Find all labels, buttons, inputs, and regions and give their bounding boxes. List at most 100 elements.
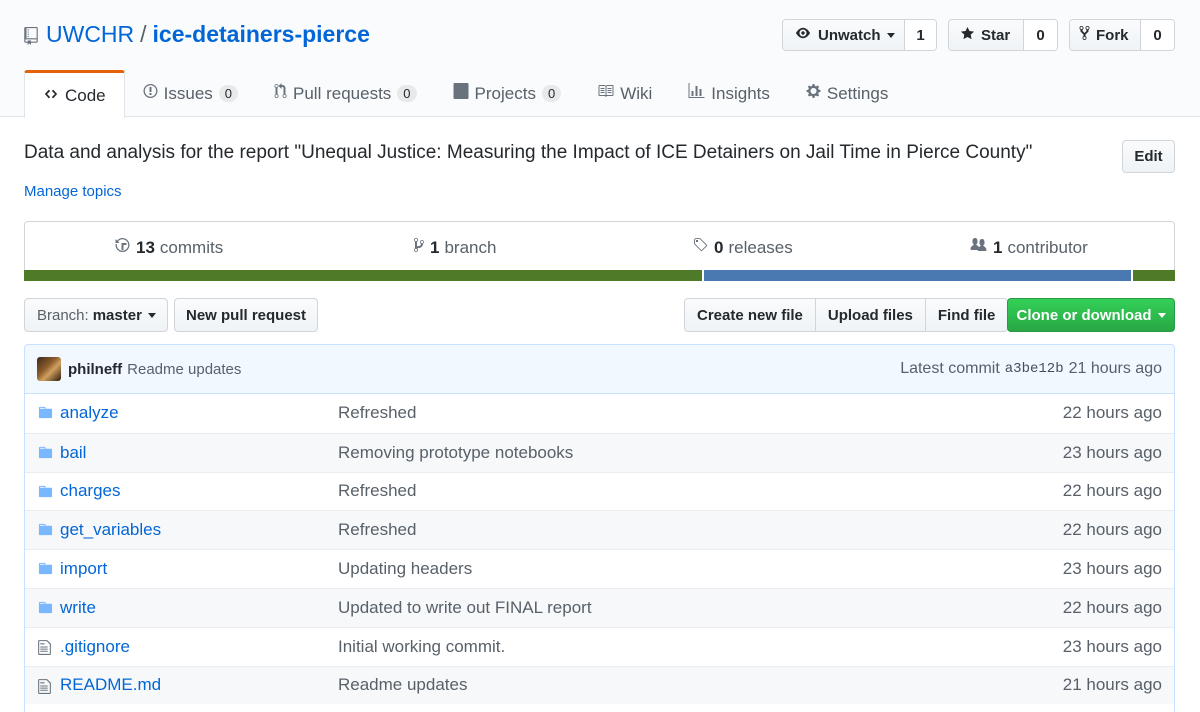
tag-icon: [692, 237, 714, 258]
unwatch-button[interactable]: Unwatch: [783, 20, 905, 50]
file-list: philneff Readme updates Latest commit a3…: [24, 344, 1175, 712]
commit-message-link[interactable]: Readme updates: [127, 361, 241, 378]
file-commit-message-link[interactable]: Updating headers: [338, 559, 472, 579]
tab-issues[interactable]: Issues 0: [125, 70, 256, 117]
latest-commit-bar: philneff Readme updates Latest commit a3…: [25, 345, 1174, 394]
tab-wiki[interactable]: Wiki: [579, 70, 670, 117]
language-bar-segment[interactable]: [24, 270, 702, 281]
upload-files-button[interactable]: Upload files: [815, 299, 926, 331]
tab-label: Projects: [474, 83, 536, 103]
find-file-button[interactable]: Find file: [925, 299, 1008, 331]
tab-pull-requests[interactable]: Pull requests 0: [256, 70, 435, 117]
avatar[interactable]: [37, 357, 61, 381]
latest-commit-prefix: Latest commit: [900, 360, 1000, 377]
repo-owner-link[interactable]: UWCHR: [46, 21, 134, 48]
language-bar[interactable]: [24, 270, 1175, 281]
clone-or-download-button[interactable]: Clone or download: [1007, 298, 1175, 332]
file-name-link[interactable]: bail: [60, 443, 86, 463]
eye-icon: [794, 26, 818, 44]
repo-nav-tabs: Code Issues 0 Pull requests 0 Projects 0…: [24, 70, 906, 118]
fork-action: Fork 0: [1069, 19, 1175, 51]
fork-button[interactable]: Fork: [1070, 20, 1141, 50]
releases-summary[interactable]: 0 releases: [692, 237, 793, 258]
repo-icon: [24, 24, 40, 45]
watch-action: Unwatch 1: [782, 19, 937, 51]
file-icon: [37, 639, 52, 661]
file-commit-message-link[interactable]: Refreshed: [338, 481, 416, 501]
watchers-count[interactable]: 1: [905, 20, 936, 50]
file-row: README.md Readme updates 21 hours ago: [25, 665, 1174, 705]
contributors-count: 1: [993, 237, 1003, 257]
file-row: get_variables Refreshed 22 hours ago: [25, 510, 1174, 550]
tab-projects[interactable]: Projects 0: [435, 70, 580, 117]
file-commit-message-link[interactable]: Removing prototype notebooks: [338, 443, 573, 463]
repo-header: UWCHR / ice-detainers-pierce Unwatch 1 S…: [0, 0, 1200, 118]
file-rows: analyze Refreshed 22 hours ago bail Removing…: [25, 394, 1174, 705]
file-commit-age: 22 hours ago: [1062, 481, 1162, 501]
file-commit-message-link[interactable]: Readme updates: [338, 675, 467, 695]
clone-label: Clone or download: [1016, 306, 1152, 324]
repo-description: Data and analysis for the report "Unequa…: [24, 142, 1033, 163]
file-actions-group: Create new file Upload files Find file: [684, 298, 1009, 332]
language-bar-segment[interactable]: [1131, 270, 1175, 281]
commit-author-link[interactable]: philneff: [68, 361, 122, 378]
file-name-link[interactable]: get_variables: [60, 520, 161, 540]
star-button[interactable]: Star: [949, 20, 1024, 50]
language-bar-segment[interactable]: [701, 270, 1132, 281]
tab-code[interactable]: Code: [24, 70, 125, 118]
star-label: Star: [981, 26, 1011, 44]
file-commit-age: 22 hours ago: [1062, 403, 1162, 423]
issue-icon: [143, 83, 164, 104]
unwatch-label: Unwatch: [818, 26, 881, 44]
tab-label: Settings: [826, 83, 889, 103]
folder-icon: [37, 522, 54, 542]
manage-topics-link[interactable]: Manage topics: [24, 183, 122, 200]
file-commit-age: 23 hours ago: [1062, 442, 1162, 462]
fork-label: Fork: [1096, 26, 1129, 44]
file-commit-message-link[interactable]: Refreshed: [338, 520, 416, 540]
file-row: bail Removing prototype notebooks 23 hours…: [25, 432, 1174, 472]
issues-counter: 0: [218, 85, 239, 102]
code-icon: [43, 86, 65, 106]
file-commit-message-link[interactable]: Initial working commit.: [338, 637, 505, 657]
branches-count: 1: [430, 237, 440, 257]
file-commit-message-link[interactable]: Updated to write out FINAL report: [338, 598, 592, 618]
pull-requests-counter: 0: [397, 85, 417, 102]
branch-select-button[interactable]: Branch: master: [24, 298, 168, 332]
branches-summary[interactable]: 1 branch: [413, 237, 496, 258]
tab-insights[interactable]: Insights: [670, 70, 788, 117]
file-commit-message-link[interactable]: Refreshed: [338, 403, 416, 423]
new-pull-request-button[interactable]: New pull request: [174, 298, 318, 332]
stargazers-count[interactable]: 0: [1024, 20, 1057, 50]
file-name-link[interactable]: README.md: [60, 675, 161, 695]
file-name-link[interactable]: .gitignore: [60, 637, 130, 657]
file-name-link[interactable]: import: [60, 559, 107, 579]
contributors-summary[interactable]: 1 contributor: [969, 237, 1088, 258]
repo-path-separator: /: [140, 20, 147, 47]
chevron-down-icon: [147, 312, 156, 318]
tab-settings[interactable]: Settings: [788, 70, 906, 117]
commits-count: 13: [136, 237, 155, 257]
history-icon: [114, 237, 136, 258]
file-commit-age: 23 hours ago: [1062, 636, 1162, 656]
star-icon: [960, 26, 981, 45]
file-row: charges Refreshed 22 hours ago: [25, 471, 1174, 511]
edit-description-button[interactable]: Edit: [1122, 140, 1175, 173]
commit-sha-link[interactable]: a3be12b: [1005, 361, 1064, 377]
forks-count[interactable]: 0: [1141, 20, 1174, 50]
repo-name-link[interactable]: ice-detainers-pierce: [153, 21, 370, 48]
tab-label: Insights: [711, 83, 770, 103]
file-name-link[interactable]: write: [60, 598, 96, 618]
file-name-link[interactable]: analyze: [60, 403, 119, 423]
graph-icon: [688, 83, 711, 104]
branch-name: master: [92, 306, 142, 324]
releases-count: 0: [714, 237, 724, 257]
create-new-file-button[interactable]: Create new file: [685, 299, 816, 331]
commits-summary[interactable]: 13 commits: [114, 237, 223, 258]
file-commit-age: 22 hours ago: [1062, 520, 1162, 540]
file-commit-age: 23 hours ago: [1062, 559, 1162, 579]
file-name-link[interactable]: charges: [60, 481, 120, 501]
star-action: Star 0: [948, 19, 1058, 51]
folder-icon: [37, 405, 54, 425]
tab-label: Pull requests: [293, 83, 392, 103]
